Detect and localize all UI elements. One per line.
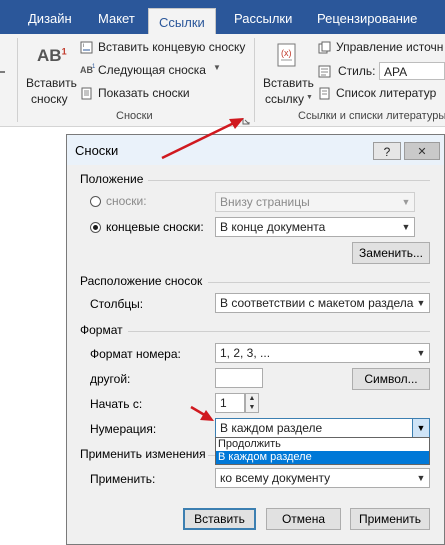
- arrow-to-dialog-launcher-icon: [161, 118, 244, 160]
- annotation-arrows: [161, 118, 244, 421]
- arrow-to-numbering-icon: [190, 405, 214, 421]
